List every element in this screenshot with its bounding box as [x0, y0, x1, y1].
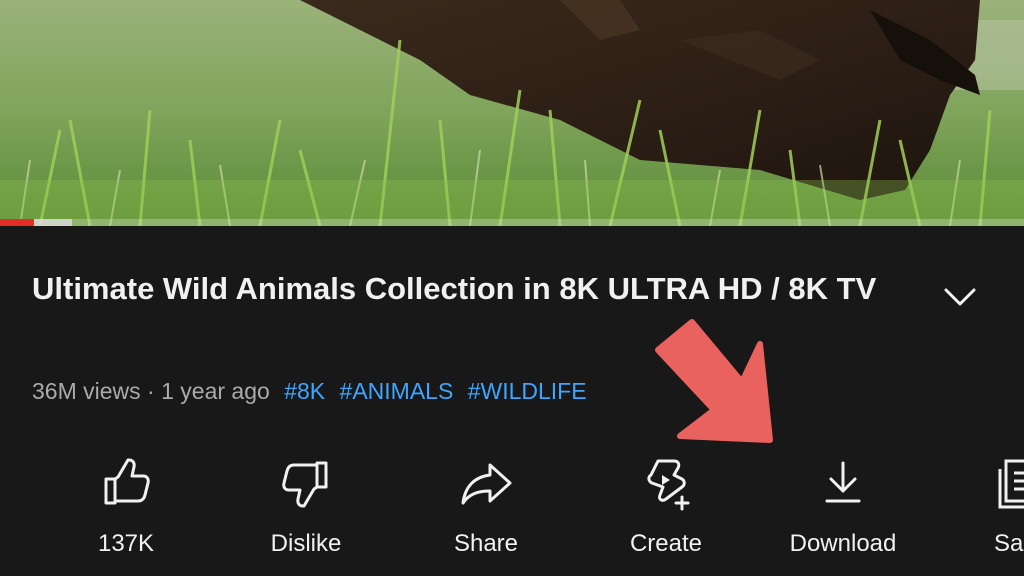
hashtag-animals[interactable]: #ANIMALS [340, 378, 454, 404]
download-button[interactable]: Download [773, 455, 913, 565]
hashtag-wildlife[interactable]: #WILDLIFE [468, 378, 587, 404]
create-sparkle-icon [647, 459, 690, 511]
video-title[interactable]: Ultimate Wild Animals Collection in 8K U… [32, 266, 892, 312]
create-button[interactable]: Create [596, 455, 736, 565]
dislike-label: Dislike [270, 530, 342, 557]
like-button[interactable]: 137K [56, 455, 196, 565]
youtube-watch-page: Ultimate Wild Animals Collection in 8K U… [0, 0, 1024, 576]
thumbs-down-icon [282, 461, 328, 508]
dislike-button[interactable]: Dislike [236, 455, 376, 565]
save-playlist-icon [998, 459, 1024, 509]
download-label: Download [789, 530, 897, 557]
upload-age: 1 year ago [161, 378, 270, 404]
pointer-arrow-icon [655, 319, 773, 443]
video-player[interactable] [0, 0, 1024, 226]
create-label: Create [629, 530, 703, 557]
video-frame-image [0, 0, 1024, 226]
chevron-down-icon[interactable] [938, 280, 982, 316]
progress-bar[interactable] [0, 219, 1024, 226]
hashtag-8k[interactable]: #8K [284, 378, 325, 404]
video-meta: 36M views · 1 year ago #8K #ANIMALS #WIL… [32, 376, 587, 406]
share-arrow-icon [461, 463, 512, 505]
thumbs-up-icon [104, 458, 150, 505]
share-button[interactable]: Share [416, 455, 556, 565]
share-label: Share [453, 530, 519, 557]
download-icon [825, 461, 861, 503]
like-count: 137K [97, 530, 155, 557]
progress-played [0, 219, 34, 226]
save-button[interactable]: Sa [968, 455, 1024, 565]
meta-separator: · [147, 378, 155, 404]
view-count: 36M views [32, 378, 141, 404]
save-label: Sa [994, 530, 1024, 557]
